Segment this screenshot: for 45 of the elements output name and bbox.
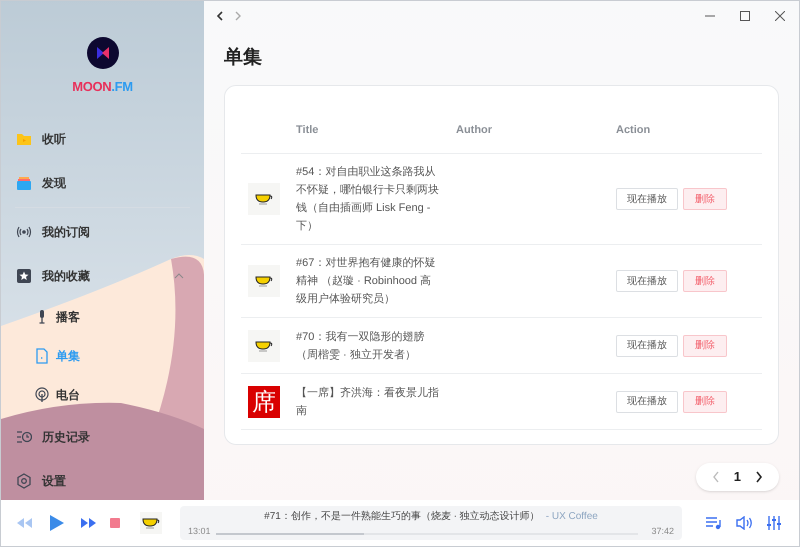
play-icon[interactable]: [49, 514, 65, 532]
clock-list-icon: [16, 428, 32, 444]
next-page-icon[interactable]: [755, 471, 763, 483]
sidebar-item[interactable]: 历史记录: [15, 414, 190, 458]
duration-time: 37:42: [651, 525, 674, 538]
podcast-cover: [248, 183, 280, 215]
close-icon[interactable]: [775, 11, 785, 21]
volume-icon[interactable]: [736, 516, 754, 530]
maximize-icon[interactable]: [740, 11, 750, 21]
column-header: Author: [456, 123, 494, 138]
sidebar-item[interactable]: 我的订阅: [15, 210, 190, 254]
antenna-icon: [34, 387, 50, 403]
column-header: Title: [295, 123, 320, 138]
episode-title: #67：对世界抱有健康的怀疑精神 （赵璇 · Robinhood 高级用户体验研究员）: [296, 256, 436, 307]
episode-title: 【一席】齐洪海：看夜景儿指南: [296, 386, 440, 418]
track-title: #71：创作，不是一件熟能生巧的事（烧麦 · 独立动态设计师） - UX Coffee: [263, 510, 599, 524]
equalizer-icon[interactable]: [767, 516, 781, 530]
column-header: Action: [616, 123, 650, 138]
sidebar-item[interactable]: 电台: [15, 376, 190, 414]
elapsed-time: 13:01: [188, 525, 211, 538]
podcast-cover: [248, 330, 280, 362]
logo-text: MOON.FM: [72, 78, 133, 96]
logo-icon: [86, 37, 118, 69]
play-now-button[interactable]: 现在播放: [616, 334, 678, 356]
sidebar-item[interactable]: 设置: [15, 458, 190, 500]
settings-icon: [16, 472, 32, 488]
podcast-cover: 席: [248, 386, 280, 418]
episode-title: #54：对自由职业这条路我从不怀疑，哪怕银行卡只剩两块钱（自由插画师 Lisk Feng - 下）: [296, 164, 440, 234]
page-number[interactable]: 1: [734, 467, 741, 487]
play-now-button[interactable]: 现在播放: [616, 188, 678, 210]
podcast-cover: [140, 512, 162, 534]
play-now-button[interactable]: 现在播放: [616, 390, 678, 412]
play-now-button[interactable]: 现在播放: [616, 270, 678, 292]
chevron-icon: [174, 272, 184, 278]
sidebar-item[interactable]: 收听: [15, 116, 190, 160]
fast-forward-icon[interactable]: [81, 517, 96, 529]
playlist-icon[interactable]: [706, 516, 722, 530]
sidebar-item[interactable]: 我的收藏: [15, 254, 190, 298]
sidebar-item[interactable]: 播客: [15, 298, 190, 336]
page-title: 单集: [224, 46, 263, 70]
podcast-cover: [248, 265, 280, 297]
sidebar-item[interactable]: 发现: [15, 160, 190, 204]
stacked-cards-icon: [16, 174, 32, 190]
episode-title: #70：我有一双隐形的翅膀（周楷雯 · 独立开发者）: [296, 330, 426, 362]
document-icon: [34, 348, 50, 364]
